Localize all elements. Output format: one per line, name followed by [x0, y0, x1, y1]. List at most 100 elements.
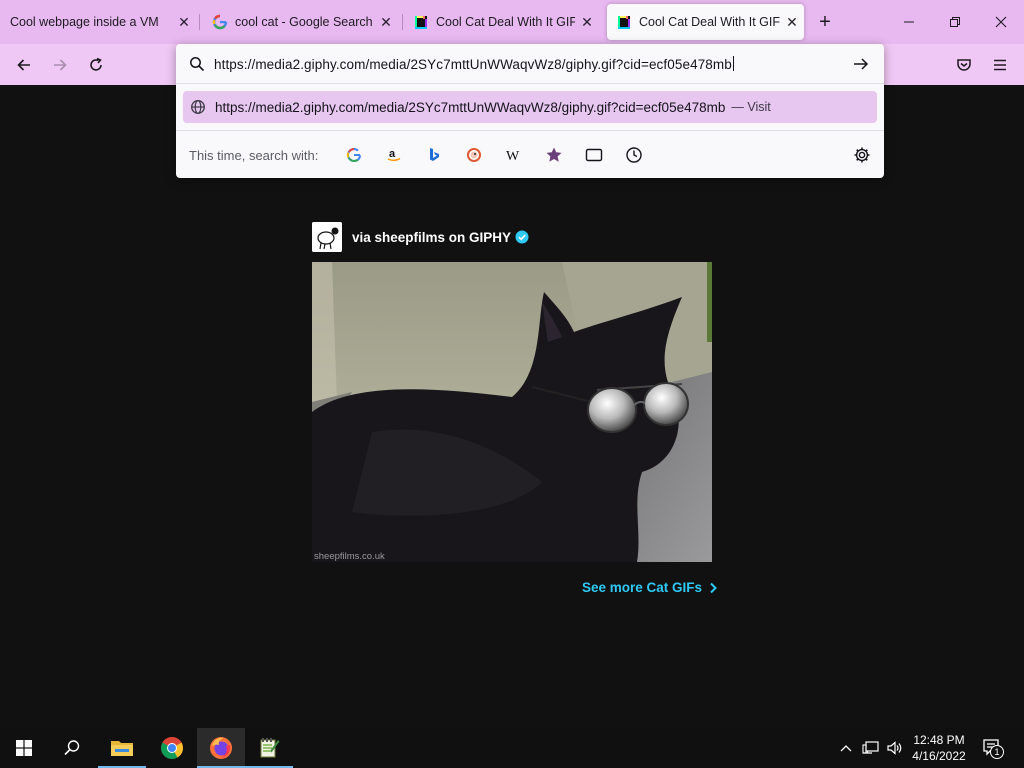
engine-google-button[interactable] — [343, 144, 365, 166]
wikipedia-icon: W — [506, 149, 520, 163]
suggestion-row[interactable]: https://media2.giphy.com/media/2SYc7mttU… — [183, 91, 877, 123]
bookmarks-search-button[interactable] — [543, 144, 565, 166]
suggestion-url: https://media2.giphy.com/media/2SYc7mttU… — [215, 99, 726, 115]
url-input[interactable]: https://media2.giphy.com/media/2SYc7mttU… — [176, 44, 884, 84]
clock-time: 12:48 PM — [913, 733, 965, 747]
tab-title: Cool webpage inside a VM — [10, 15, 159, 29]
engine-bing-button[interactable] — [423, 144, 445, 166]
clock[interactable]: 12:48 PM 4/16/2022 — [900, 732, 978, 764]
history-search-button[interactable] — [623, 144, 645, 166]
taskbar-file-explorer[interactable] — [98, 728, 146, 768]
duckduckgo-icon — [467, 148, 481, 162]
sheep-avatar-icon — [312, 222, 342, 252]
firefox-icon — [210, 737, 232, 759]
minimize-button[interactable] — [886, 0, 932, 44]
close-tab-icon[interactable]: ✕ — [172, 10, 196, 34]
tab-divider — [199, 14, 200, 30]
giphy-icon — [618, 16, 630, 29]
taskbar-firefox[interactable] — [197, 728, 245, 768]
see-more-label: See more Cat GIFs — [582, 580, 703, 595]
search-icon — [64, 740, 80, 756]
notification-count-badge: 1 — [990, 745, 1004, 759]
engine-duckduckgo-button[interactable] — [463, 144, 485, 166]
close-tab-icon[interactable]: ✕ — [374, 10, 398, 34]
chevron-up-icon — [840, 745, 852, 752]
chevron-right-icon — [710, 582, 717, 593]
tab-divider — [402, 14, 403, 30]
google-icon — [346, 147, 361, 163]
windows-logo-icon — [16, 740, 32, 756]
suggestion-action: — Visit — [731, 100, 771, 114]
tab-giphy-active[interactable]: Cool Cat Deal With It GIF by ✕ — [607, 4, 804, 40]
avatar[interactable] — [312, 222, 342, 252]
close-tab-icon[interactable]: ✕ — [575, 10, 599, 34]
tab-strip: Cool webpage inside a VM ✕ cool cat - Go… — [0, 0, 1024, 44]
taskbar-chrome[interactable] — [148, 728, 196, 768]
tab-google-search[interactable]: cool cat - Google Search ✕ — [212, 4, 398, 40]
search-button[interactable] — [48, 728, 96, 768]
bing-icon — [430, 148, 439, 161]
verified-badge-icon — [515, 230, 529, 244]
restore-button[interactable] — [932, 0, 978, 44]
engine-amazon-button[interactable]: a — [383, 144, 405, 166]
tab-title: Cool Cat Deal With It GIF by — [436, 15, 575, 29]
attribution-text[interactable]: via sheepfilms on GIPHY — [352, 230, 511, 245]
tab-giphy-1[interactable]: Cool Cat Deal With It GIF by ✕ — [413, 4, 599, 40]
forward-button[interactable] — [45, 50, 75, 80]
url-text: https://media2.giphy.com/media/2SYc7mttU… — [214, 56, 734, 72]
pocket-icon — [957, 59, 971, 71]
tabs-search-button[interactable] — [583, 144, 605, 166]
reload-icon — [90, 57, 102, 71]
start-button[interactable] — [0, 728, 48, 768]
back-button[interactable] — [9, 50, 39, 80]
search-icon — [190, 57, 205, 72]
giphy-attribution: via sheepfilms on GIPHY — [312, 222, 529, 252]
watermark-text: sheepfilms.co.uk — [314, 551, 385, 562]
file-explorer-icon — [111, 741, 133, 756]
globe-icon — [191, 100, 205, 114]
taskbar: 12:48 PM 4/16/2022 1 — [0, 728, 1024, 768]
close-window-button[interactable] — [978, 0, 1024, 44]
minimize-icon — [904, 21, 914, 23]
giphy-icon — [415, 16, 427, 29]
forward-arrow-icon — [54, 59, 67, 71]
network-icon — [862, 741, 879, 754]
notepad-plus-icon — [260, 738, 280, 758]
history-clock-icon — [626, 147, 642, 163]
clock-date: 4/16/2022 — [912, 749, 966, 763]
hamburger-menu-icon — [994, 59, 1006, 71]
search-with-label: This time, search with: — [189, 148, 319, 163]
network-tray-button[interactable] — [860, 728, 882, 768]
show-hidden-icons-button[interactable] — [836, 728, 856, 768]
tab-title: Cool Cat Deal With It GIF by — [639, 15, 780, 29]
new-tab-button[interactable]: + — [812, 9, 838, 35]
close-icon — [995, 16, 1007, 28]
go-arrow-icon[interactable] — [853, 57, 869, 71]
urlbar-dropdown: https://media2.giphy.com/media/2SYc7mttU… — [176, 44, 884, 178]
restore-icon — [950, 17, 960, 27]
see-more-link[interactable]: See more Cat GIFs — [582, 580, 720, 595]
close-tab-icon[interactable]: ✕ — [780, 10, 804, 34]
search-settings-button[interactable] — [851, 144, 873, 166]
google-icon — [212, 14, 228, 30]
gear-icon — [854, 147, 870, 163]
cat-with-sunglasses-image — [312, 262, 712, 562]
tab-cool-webpage[interactable]: Cool webpage inside a VM ✕ — [10, 4, 196, 40]
pocket-button[interactable] — [949, 50, 979, 80]
tab-title: cool cat - Google Search — [235, 15, 373, 29]
tabs-icon — [585, 148, 603, 162]
chrome-icon — [161, 737, 183, 759]
reload-button[interactable] — [81, 50, 111, 80]
text-caret — [732, 56, 734, 71]
app-menu-button[interactable] — [985, 50, 1015, 80]
svg-text:a: a — [389, 148, 396, 160]
amazon-icon: a — [387, 148, 401, 162]
taskbar-notepad-plus[interactable] — [245, 728, 293, 768]
cat-gif-image[interactable]: sheepfilms.co.uk — [312, 262, 712, 562]
back-arrow-icon — [17, 59, 30, 71]
svg-text:W: W — [506, 149, 520, 163]
engine-wikipedia-button[interactable]: W — [503, 144, 525, 166]
search-engine-bar: This time, search with: a W — [176, 130, 884, 178]
bookmarks-star-icon — [546, 147, 562, 162]
action-center-button[interactable]: 1 — [978, 728, 1008, 768]
